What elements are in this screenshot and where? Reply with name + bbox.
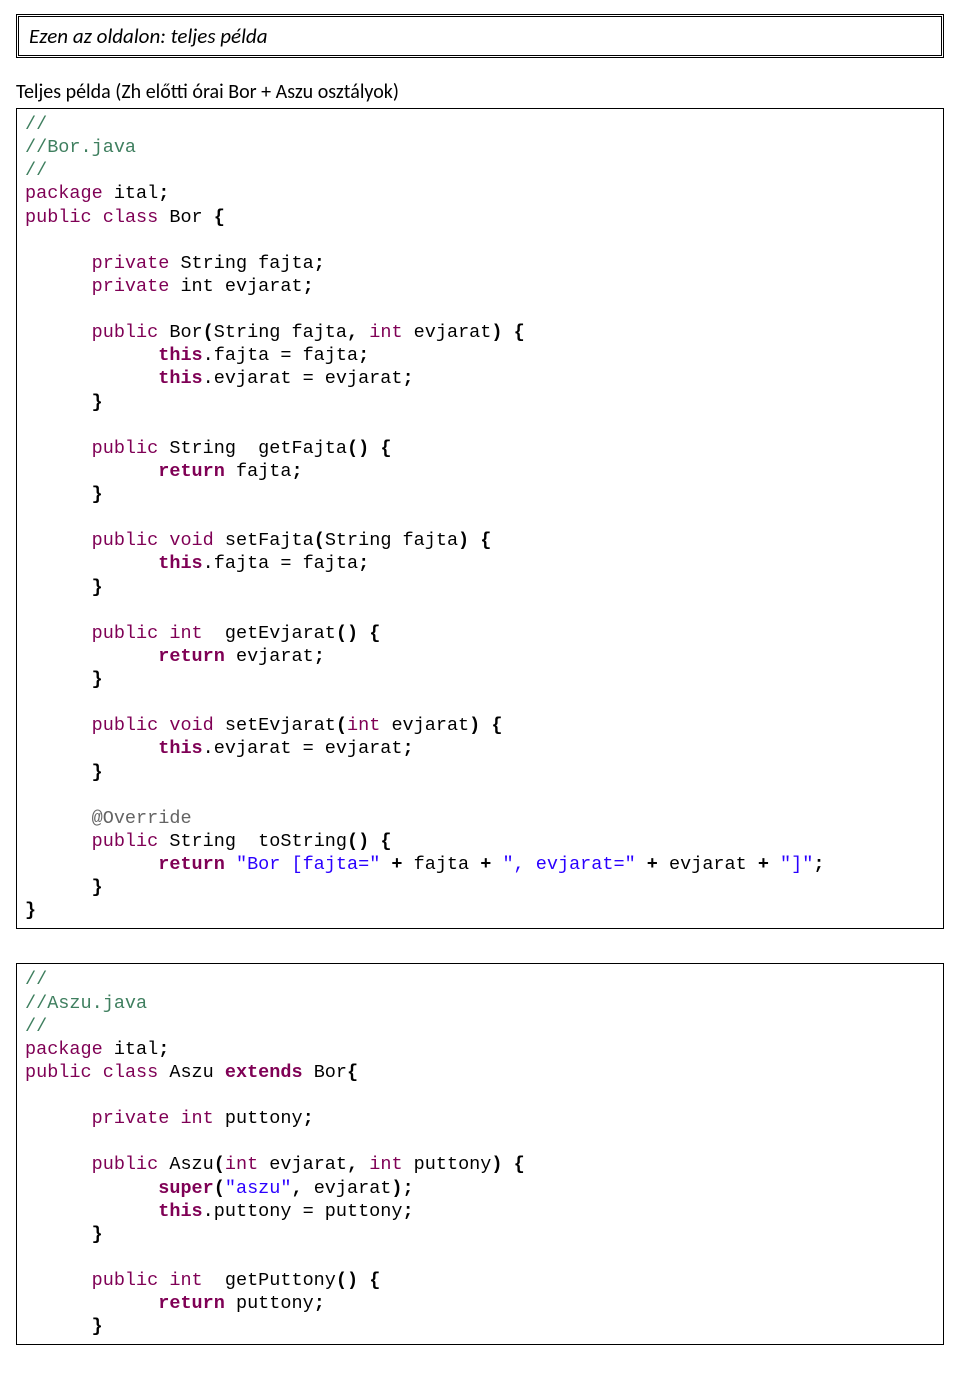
section-title: Teljes példa (Zh előtti órai Bor + Aszu … (16, 80, 944, 104)
code-bor: // //Bor.java // package ital; public cl… (25, 113, 935, 922)
page-banner: Ezen az oldalon: teljes példa (16, 14, 944, 58)
code-aszu: // //Aszu.java // package ital; public c… (25, 968, 935, 1338)
code-block-bor: // //Bor.java // package ital; public cl… (16, 108, 944, 929)
code-block-aszu: // //Aszu.java // package ital; public c… (16, 963, 944, 1345)
